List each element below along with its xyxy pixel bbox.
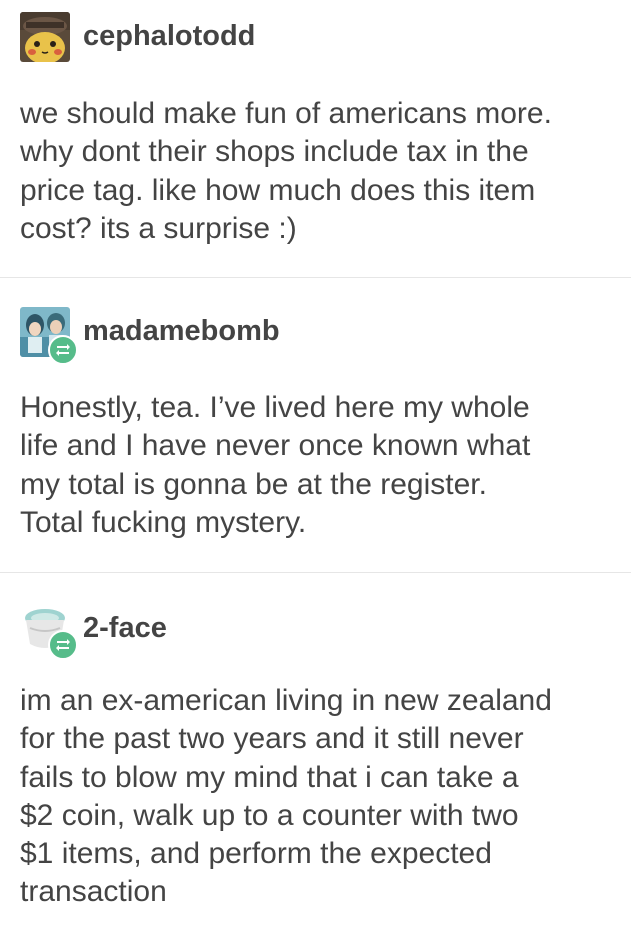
post-header: 2-face bbox=[20, 604, 580, 660]
reblog-icon bbox=[48, 335, 78, 365]
post-divider bbox=[0, 277, 631, 278]
reblog-arrows-icon bbox=[56, 639, 70, 651]
post-header: cephalotodd bbox=[20, 12, 580, 64]
post-divider bbox=[0, 572, 631, 573]
reblog-arrows-icon bbox=[56, 344, 70, 356]
user-avatar[interactable] bbox=[20, 12, 70, 62]
reblog-icon bbox=[48, 630, 78, 660]
post-text: im an ex-american living in new zealand … bbox=[20, 684, 552, 909]
post-text: we should make fun of americans more. wh… bbox=[20, 97, 552, 245]
post-header: madamebomb bbox=[20, 307, 580, 365]
username[interactable]: cephalotodd bbox=[83, 20, 255, 53]
pikachu-detective-avatar-icon bbox=[20, 12, 70, 62]
username[interactable]: madamebomb bbox=[83, 315, 280, 348]
username[interactable]: 2-face bbox=[83, 612, 167, 645]
post-text: Honestly, tea. I’ve lived here my whole … bbox=[20, 391, 531, 539]
